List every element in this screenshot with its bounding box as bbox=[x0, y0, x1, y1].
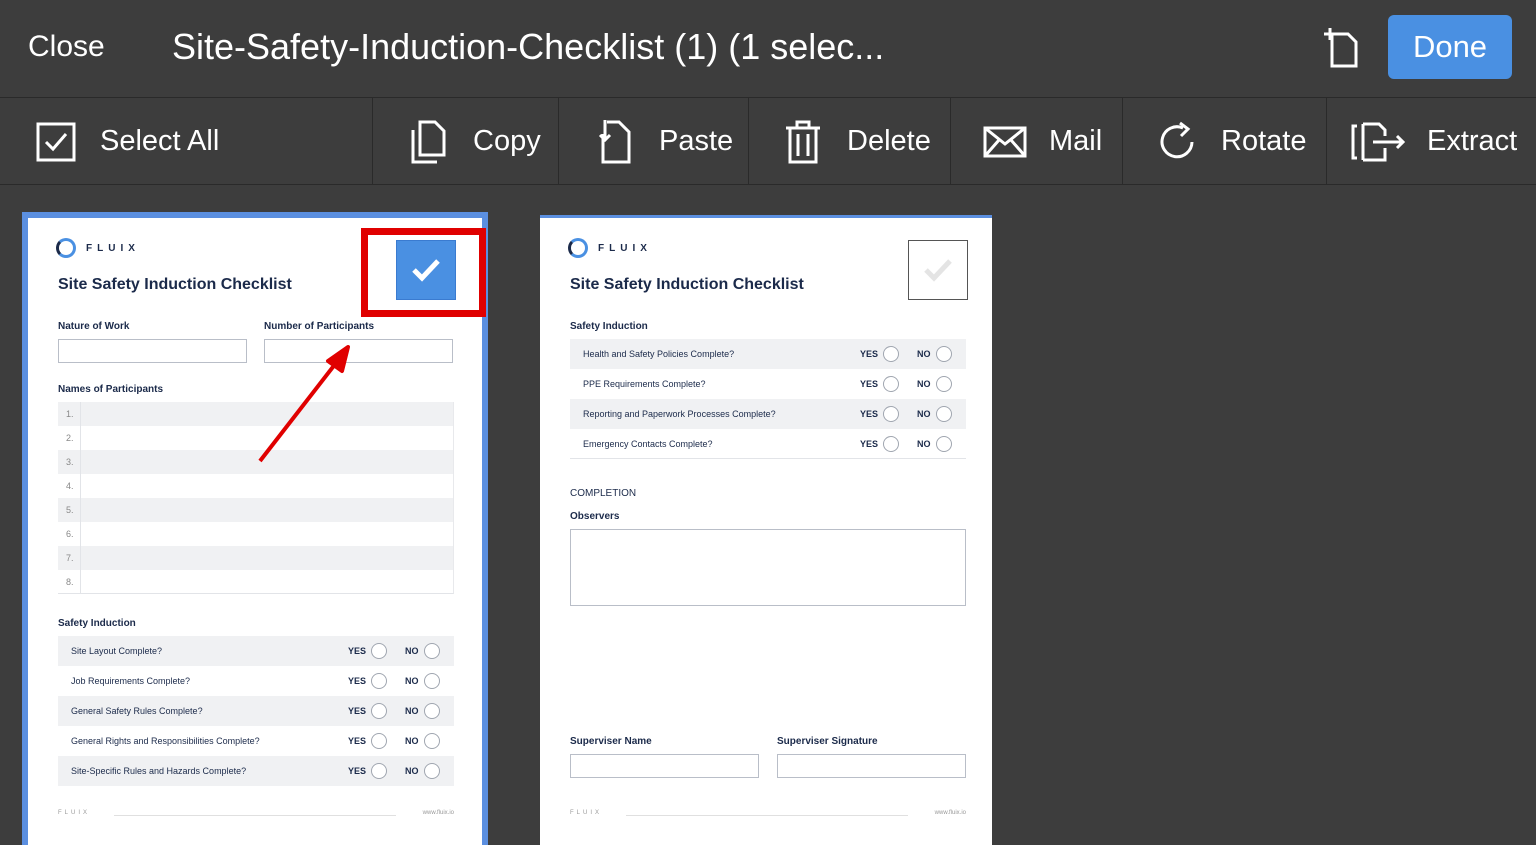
safety-induction-label: Safety Induction bbox=[58, 618, 136, 629]
question-row: PPE Requirements Complete? YES NO bbox=[570, 369, 966, 399]
mail-icon bbox=[983, 120, 1027, 164]
safety-induction-label: Safety Induction bbox=[570, 321, 648, 332]
yes-radio[interactable] bbox=[371, 643, 387, 659]
supervisor-signature-field[interactable] bbox=[777, 754, 966, 778]
no-radio[interactable] bbox=[936, 436, 952, 452]
yes-radio[interactable] bbox=[883, 436, 899, 452]
toolbar: Select All Copy Paste Delete Mail Rotate bbox=[0, 97, 1536, 185]
name-row[interactable]: 6. bbox=[58, 522, 454, 546]
brand-logo: FLUIX bbox=[56, 238, 140, 258]
no-radio[interactable] bbox=[936, 376, 952, 392]
yes-radio[interactable] bbox=[883, 376, 899, 392]
question-row: Site-Specific Rules and Hazards Complete… bbox=[58, 756, 454, 786]
done-button[interactable]: Done bbox=[1388, 15, 1512, 79]
no-radio[interactable] bbox=[424, 703, 440, 719]
page-title: Site Safety Induction Checklist bbox=[570, 276, 804, 293]
yes-radio[interactable] bbox=[883, 346, 899, 362]
name-row[interactable]: 5. bbox=[58, 498, 454, 522]
select-all-label: Select All bbox=[100, 125, 220, 157]
name-row[interactable]: 7. bbox=[58, 546, 454, 570]
yes-radio[interactable] bbox=[883, 406, 899, 422]
no-radio[interactable] bbox=[424, 673, 440, 689]
question-row: General Rights and Responsibilities Comp… bbox=[58, 726, 454, 756]
supervisor-signature-label: Superviser Signature bbox=[777, 736, 878, 747]
rotate-icon bbox=[1155, 120, 1199, 164]
top-bar: Close Site-Safety-Induction-Checklist (1… bbox=[0, 0, 1536, 97]
supervisor-name-field[interactable] bbox=[570, 754, 759, 778]
nature-of-work-field[interactable] bbox=[58, 339, 247, 363]
question-row: Emergency Contacts Complete? YES NO bbox=[570, 429, 966, 459]
checkbox-icon bbox=[34, 120, 78, 164]
extract-label: Extract bbox=[1427, 125, 1518, 157]
supervisor-name-label: Superviser Name bbox=[570, 736, 652, 747]
names-label: Names of Participants bbox=[58, 384, 164, 395]
question-row: General Safety Rules Complete? YES NO bbox=[58, 696, 454, 726]
question-row: Health and Safety Policies Complete? YES N… bbox=[570, 339, 966, 369]
paste-label: Paste bbox=[659, 125, 734, 157]
delete-button[interactable]: Delete bbox=[749, 98, 951, 185]
yes-radio[interactable] bbox=[371, 733, 387, 749]
no-radio[interactable] bbox=[424, 763, 440, 779]
page-2-select-checkbox[interactable] bbox=[908, 240, 968, 300]
copy-icon bbox=[407, 120, 451, 164]
page-thumbnails: FLUIX Site Safety Induction Checklist Na… bbox=[0, 185, 1536, 845]
add-page-icon[interactable] bbox=[1322, 26, 1360, 70]
checkmark-icon bbox=[924, 259, 952, 282]
fluix-logo-icon bbox=[568, 238, 588, 258]
question-row: Site Layout Complete? YES NO bbox=[58, 636, 454, 666]
no-radio[interactable] bbox=[424, 733, 440, 749]
extract-icon bbox=[1351, 120, 1405, 164]
rotate-button[interactable]: Rotate bbox=[1123, 98, 1327, 185]
fluix-logo-icon bbox=[56, 238, 76, 258]
no-radio[interactable] bbox=[936, 346, 952, 362]
mail-button[interactable]: Mail bbox=[951, 98, 1123, 185]
yes-radio[interactable] bbox=[371, 703, 387, 719]
page-footer: FLUIX www.fluix.io bbox=[58, 810, 454, 816]
yes-radio[interactable] bbox=[371, 763, 387, 779]
rotate-label: Rotate bbox=[1221, 125, 1307, 157]
name-row[interactable]: 8. bbox=[58, 570, 454, 594]
no-radio[interactable] bbox=[936, 406, 952, 422]
close-button[interactable]: Close bbox=[28, 30, 105, 64]
select-all-button[interactable]: Select All bbox=[0, 98, 373, 185]
name-row[interactable]: 4. bbox=[58, 474, 454, 498]
trash-icon bbox=[781, 120, 825, 164]
page-thumbnail-2[interactable]: FLUIX Site Safety Induction Checklist Sa… bbox=[540, 215, 992, 845]
question-row: Job Requirements Complete? YES NO bbox=[58, 666, 454, 696]
question-row: Reporting and Paperwork Processes Comple… bbox=[570, 399, 966, 429]
yes-radio[interactable] bbox=[371, 673, 387, 689]
nature-of-work-label: Nature of Work bbox=[58, 321, 130, 332]
annotation-arrow-icon bbox=[258, 345, 350, 463]
observers-field[interactable] bbox=[570, 529, 966, 606]
copy-label: Copy bbox=[473, 125, 541, 157]
participants-label: Number of Participants bbox=[264, 321, 375, 332]
page-title: Site Safety Induction Checklist bbox=[58, 276, 292, 293]
observers-label: Observers bbox=[570, 511, 620, 522]
paste-button[interactable]: Paste bbox=[559, 98, 749, 185]
brand-logo: FLUIX bbox=[568, 238, 652, 258]
highlight-box bbox=[361, 228, 486, 317]
extract-button[interactable]: Extract bbox=[1327, 98, 1536, 185]
mail-label: Mail bbox=[1049, 125, 1103, 157]
paste-icon bbox=[593, 119, 637, 164]
no-radio[interactable] bbox=[424, 643, 440, 659]
page-footer: FLUIX www.fluix.io bbox=[570, 810, 966, 816]
delete-label: Delete bbox=[847, 125, 931, 157]
copy-button[interactable]: Copy bbox=[373, 98, 559, 185]
completion-label: COMPLETION bbox=[570, 488, 637, 499]
document-title: Site-Safety-Induction-Checklist (1) (1 s… bbox=[172, 26, 885, 67]
